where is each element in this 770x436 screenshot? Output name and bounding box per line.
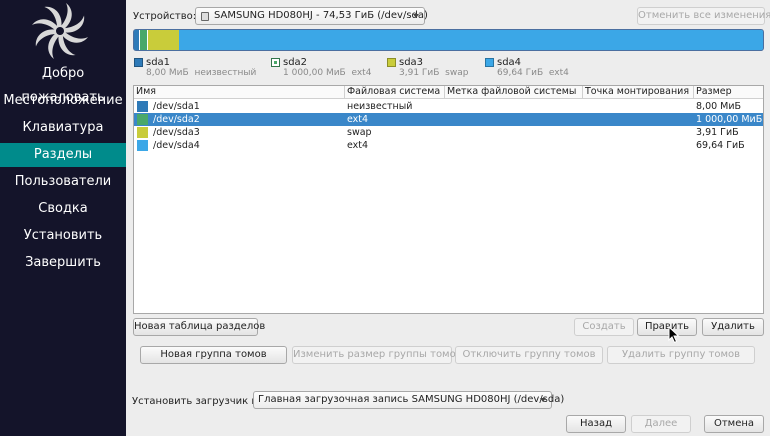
back-button[interactable]: Назад	[566, 415, 626, 433]
legend-swatch-sda4	[485, 58, 494, 67]
revert-all-button[interactable]: Отменить все изменения	[637, 7, 770, 25]
delete-volume-group-button[interactable]: Удалить группу томов	[607, 346, 755, 364]
main-panel: Устройство: SAMSUNG HD080HJ - 74,53 ГиБ …	[126, 0, 770, 436]
deactivate-volume-group-button[interactable]: Отключить группу томов	[455, 346, 603, 364]
device-label: Устройство:	[133, 11, 197, 22]
legend-name-sda1: sda1	[146, 57, 171, 68]
legend-info-sda1: 8,00 МиБ неизвестный	[146, 68, 257, 78]
partition-color-swatch	[137, 114, 148, 125]
chevron-down-icon	[540, 398, 546, 402]
legend-info-sda3: 3,91 ГиБ swap	[399, 68, 469, 78]
partition-table: Имя Файловая система Метка файловой сист…	[133, 85, 764, 314]
bootloader-select[interactable]: Главная загрузочная запись SAMSUNG HD080…	[253, 391, 564, 409]
cell-name: /dev/sda1	[153, 101, 200, 112]
cell-name: /dev/sda4	[153, 140, 200, 151]
bootloader-label: Установить загрузчик в:	[132, 396, 261, 407]
column-header-size[interactable]: Размер	[694, 86, 763, 99]
partition-color-swatch	[137, 127, 148, 138]
sidebar-item-keyboard[interactable]: Клавиатура	[0, 116, 126, 140]
legend-swatch-sda2	[271, 58, 280, 67]
legend-name-sda2: sda2	[283, 57, 308, 68]
create-button[interactable]: Создать	[574, 318, 634, 336]
cell-name: /dev/sda2	[153, 114, 200, 125]
column-header-name[interactable]: Имя	[134, 86, 345, 99]
partition-color-swatch	[137, 101, 148, 112]
partition-bar-segment-sda4[interactable]	[179, 30, 763, 50]
cancel-button[interactable]: Отмена	[704, 415, 764, 433]
sidebar-item-location[interactable]: Местоположение	[0, 89, 126, 113]
column-header-label[interactable]: Метка файловой системы	[445, 86, 583, 99]
partition-bar	[133, 29, 764, 51]
legend-swatch-sda1	[134, 58, 143, 67]
legend-info-sda2: 1 000,00 МиБ ext4	[283, 68, 372, 78]
column-header-mountpoint[interactable]: Точка монтирования	[583, 86, 694, 99]
resize-volume-group-button[interactable]: Изменить размер группы томов	[292, 346, 462, 364]
cell-size: 3,91 ГиБ	[696, 127, 739, 138]
calamares-logo-icon	[32, 3, 88, 59]
table-row[interactable]: /dev/sda4 ext4 69,64 ГиБ	[134, 139, 763, 152]
table-row[interactable]: /dev/sda1 неизвестный 8,00 МиБ	[134, 100, 763, 113]
sidebar-item-welcome[interactable]: Добро пожаловать	[0, 62, 126, 105]
partition-color-swatch	[137, 140, 148, 151]
partition-bar-segment-sda3[interactable]	[148, 30, 179, 50]
sidebar-item-summary[interactable]: Сводка	[0, 197, 126, 221]
table-row-selected[interactable]: /dev/sda2 ext4 1 000,00 МиБ	[134, 113, 763, 126]
new-partition-table-button[interactable]: Новая таблица разделов	[133, 318, 265, 336]
legend-name-sda4: sda4	[497, 57, 522, 68]
cell-filesystem: неизвестный	[347, 101, 413, 112]
edit-button[interactable]: Править	[637, 318, 697, 336]
delete-button[interactable]: Удалить	[702, 318, 764, 336]
device-select-value: SAMSUNG HD080HJ - 74,53 ГиБ (/dev/sda)	[214, 10, 428, 21]
sidebar: Добро пожаловать Местоположение Клавиату…	[0, 0, 126, 436]
sidebar-item-install[interactable]: Установить	[0, 224, 126, 248]
cell-name: /dev/sda3	[153, 127, 200, 138]
column-header-filesystem[interactable]: Файловая система	[345, 86, 445, 99]
sidebar-item-partitions[interactable]: Разделы	[0, 143, 126, 167]
sidebar-item-users[interactable]: Пользователи	[0, 170, 126, 194]
legend-name-sda3: sda3	[399, 57, 424, 68]
cell-size: 8,00 МиБ	[696, 101, 742, 112]
legend-swatch-sda3	[387, 58, 396, 67]
mouse-cursor-icon	[668, 326, 680, 344]
cell-filesystem: swap	[347, 127, 372, 138]
table-header: Имя Файловая система Метка файловой сист…	[134, 86, 763, 99]
new-volume-group-button[interactable]: Новая группа томов	[140, 346, 287, 364]
legend-info-sda4: 69,64 ГиБ ext4	[497, 68, 569, 78]
cell-filesystem: ext4	[347, 114, 369, 125]
chevron-down-icon	[413, 14, 419, 18]
cell-size: 69,64 ГиБ	[696, 140, 745, 151]
cell-filesystem: ext4	[347, 140, 369, 151]
partition-bar-segment-sda2[interactable]	[139, 30, 148, 50]
cell-size: 1 000,00 МиБ	[696, 114, 762, 125]
disk-icon	[201, 12, 209, 21]
device-select[interactable]: SAMSUNG HD080HJ - 74,53 ГиБ (/dev/sda)	[195, 7, 428, 25]
table-row[interactable]: /dev/sda3 swap 3,91 ГиБ	[134, 126, 763, 139]
bootloader-select-value: Главная загрузочная запись SAMSUNG HD080…	[258, 394, 565, 405]
next-button[interactable]: Далее	[631, 415, 691, 433]
sidebar-item-finish[interactable]: Завершить	[0, 251, 126, 275]
